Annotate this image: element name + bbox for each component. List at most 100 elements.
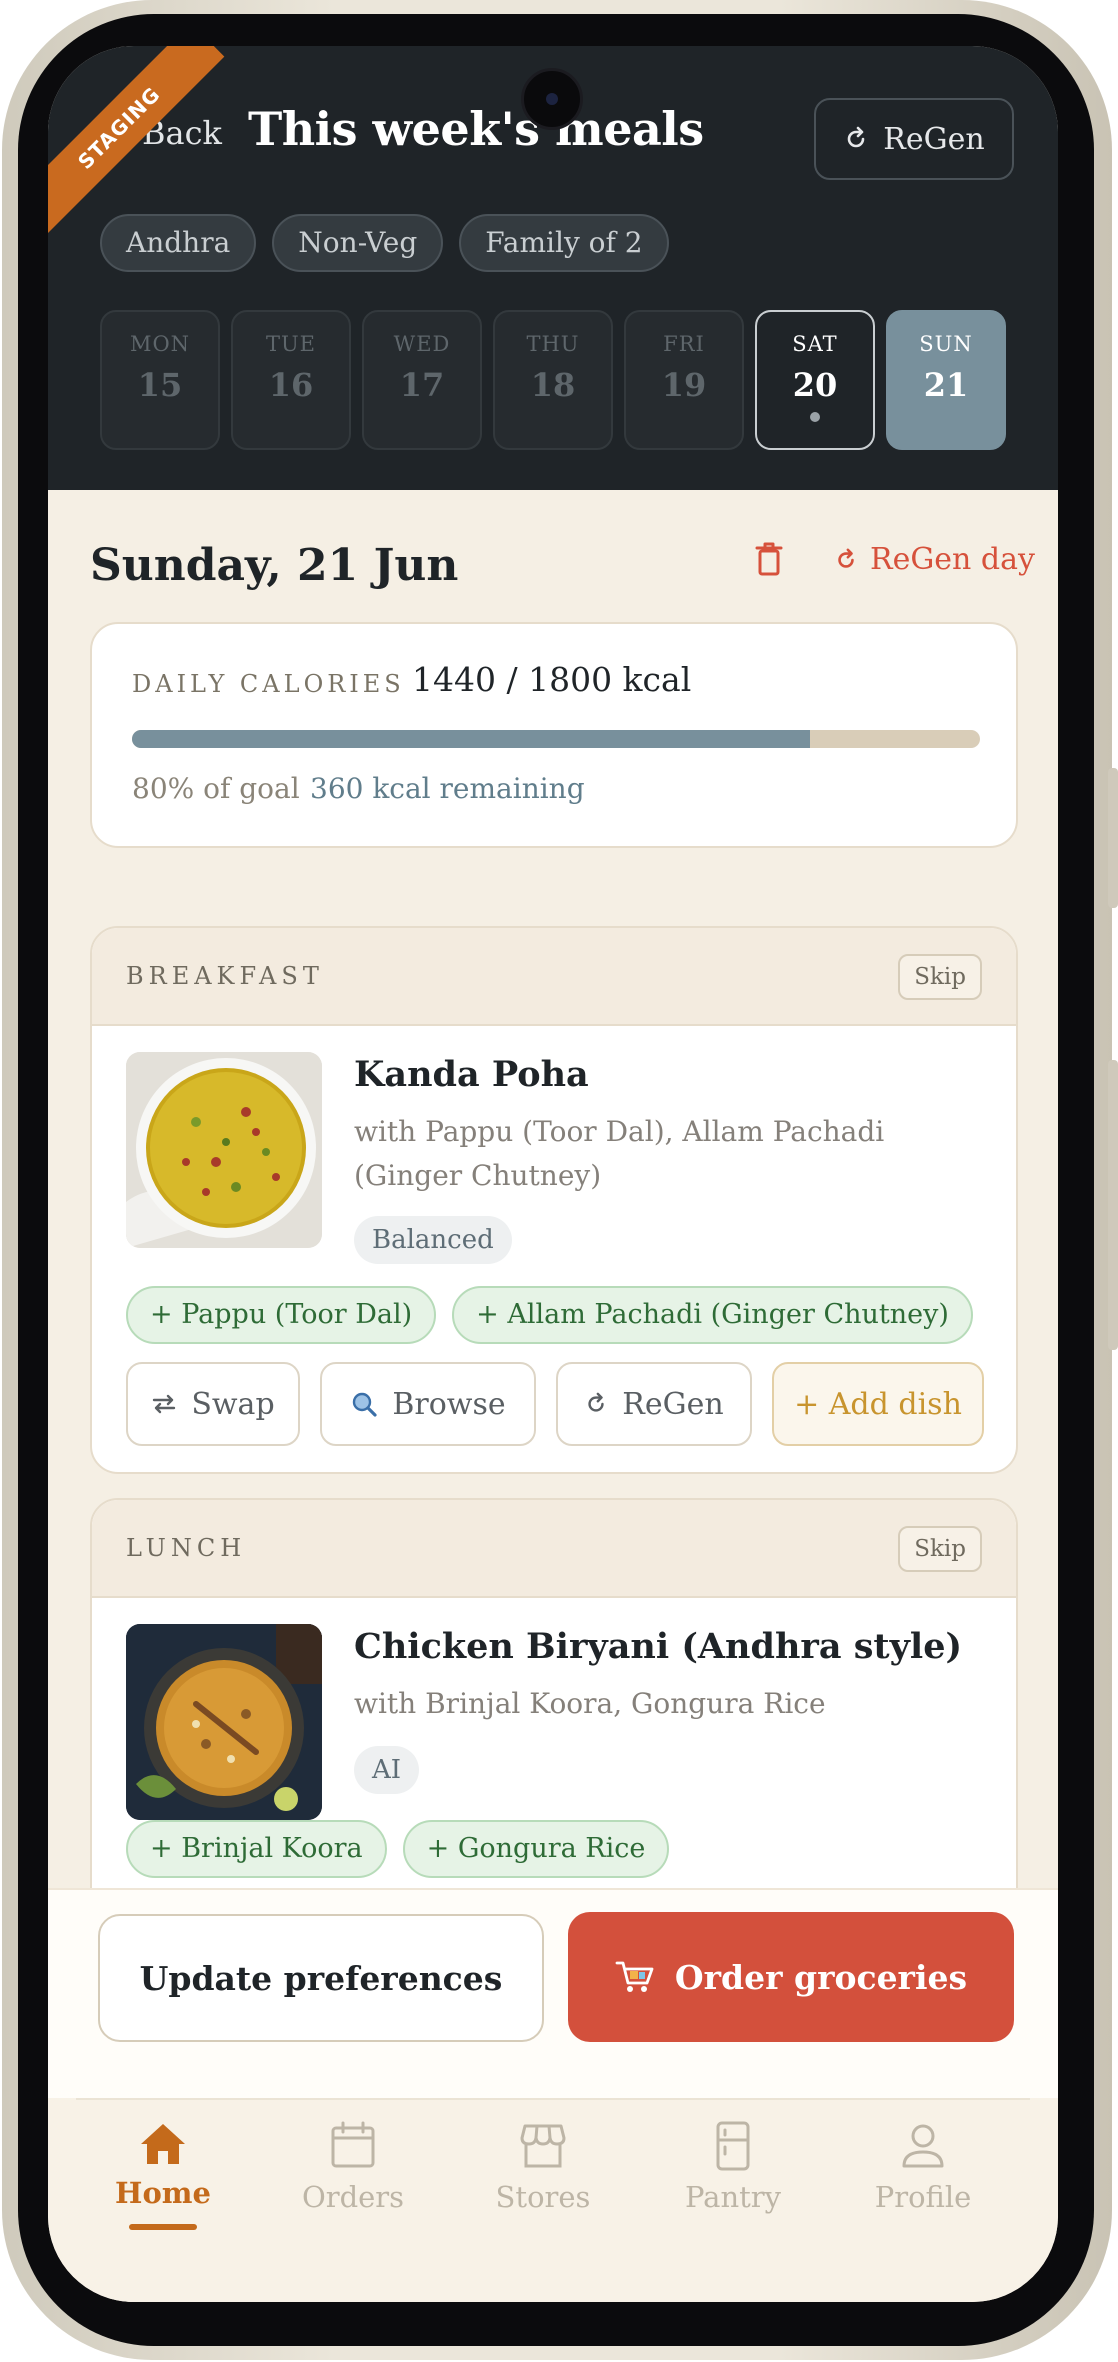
meal-header: LUNCH Skip — [92, 1500, 1016, 1598]
goal-percent: 80% of goal — [132, 772, 300, 805]
meal-label: BREAKFAST — [126, 962, 324, 990]
day-date: 19 — [661, 366, 707, 404]
day-name: THU — [526, 332, 580, 356]
screen: STAGING Back This week's meals ReGen And… — [48, 46, 1058, 2302]
day-sun[interactable]: SUN 21 — [886, 310, 1006, 450]
calendar-icon — [327, 2120, 379, 2172]
regen-label: ReGen — [883, 121, 985, 157]
tab-profile[interactable]: Profile — [843, 2120, 1003, 2214]
calorie-progress-bar — [132, 730, 980, 748]
regen-meal-button[interactable]: ReGen — [556, 1362, 752, 1446]
add-dish-label: + Add dish — [794, 1386, 962, 1422]
side-dishes: + Brinjal Koora + Gongura Rice — [126, 1820, 670, 1878]
day-name: SAT — [792, 332, 838, 356]
day-name: MON — [129, 332, 191, 356]
day-tue[interactable]: TUE 16 — [231, 310, 351, 450]
breakfast-card: BREAKFAST Skip Kanda Poha with Pappu (To… — [90, 926, 1018, 1474]
chip-household[interactable]: Family of 2 — [459, 214, 669, 272]
swap-button[interactable]: Swap — [126, 1362, 300, 1446]
swap-icon — [151, 1393, 177, 1415]
calories-label: DAILY CALORIES — [132, 670, 405, 698]
cart-icon — [615, 1959, 655, 1995]
power-button — [1108, 1060, 1118, 1350]
preference-chips: Andhra Non-Veg Family of 2 — [100, 214, 669, 272]
today-dot — [810, 412, 820, 422]
refresh-icon — [843, 126, 869, 152]
dish-accompaniments: with Pappu (Toor Dal), Allam Pachadi (Gi… — [354, 1115, 885, 1192]
order-groceries-label: Order groceries — [674, 1957, 968, 1997]
tab-label: Home — [115, 2176, 211, 2210]
home-icon — [137, 2120, 189, 2168]
tab-orders[interactable]: Orders — [273, 2120, 433, 2214]
calorie-progress-fill — [132, 730, 811, 748]
store-icon — [517, 2120, 569, 2172]
regen-day-label: ReGen day — [870, 542, 1035, 577]
meal-header: BREAKFAST Skip — [92, 928, 1016, 1026]
day-date: 18 — [530, 366, 576, 404]
day-name: FRI — [663, 332, 705, 356]
day-heading: Sunday, 21 Jun — [90, 540, 459, 591]
bottom-tab-bar: Home Orders Stores Pantry Profile — [48, 2098, 1058, 2302]
tab-stores[interactable]: Stores — [463, 2120, 623, 2214]
dish-image[interactable] — [126, 1052, 322, 1248]
dish-name[interactable]: Kanda Poha — [354, 1054, 589, 1095]
dish-image[interactable] — [126, 1624, 322, 1820]
day-date: 15 — [137, 366, 183, 404]
update-preferences-button[interactable]: Update preferences — [98, 1914, 544, 2042]
browse-label: Browse — [392, 1386, 506, 1422]
day-sat[interactable]: SAT 20 — [755, 310, 875, 450]
refresh-icon — [584, 1392, 608, 1416]
side-dish-chip[interactable]: + Pappu (Toor Dal) — [126, 1286, 437, 1344]
dish-tag: AI — [354, 1746, 420, 1794]
refresh-icon — [834, 548, 858, 572]
skip-button[interactable]: Skip — [898, 954, 982, 1000]
trash-icon[interactable] — [754, 540, 784, 578]
volume-button — [1108, 768, 1118, 908]
day-mon[interactable]: MON 15 — [100, 310, 220, 450]
dish-accompaniments: with Brinjal Koora, Gongura Rice — [354, 1687, 826, 1720]
swap-label: Swap — [191, 1386, 275, 1422]
day-wed[interactable]: WED 17 — [362, 310, 482, 450]
tab-label: Profile — [874, 2180, 972, 2214]
skip-button[interactable]: Skip — [898, 1526, 982, 1572]
day-fri[interactable]: FRI 19 — [624, 310, 744, 450]
tab-label: Orders — [301, 2180, 405, 2214]
search-icon — [350, 1390, 378, 1418]
tab-label: Stores — [495, 2180, 591, 2214]
side-dish-chip[interactable]: + Gongura Rice — [402, 1820, 670, 1878]
regen-week-button[interactable]: ReGen — [814, 98, 1014, 180]
page-title: This week's meals — [248, 102, 704, 156]
meal-actions: Swap Browse ReGen + Add dish — [126, 1362, 984, 1446]
person-icon — [897, 2120, 949, 2172]
side-dish-chip[interactable]: + Brinjal Koora — [126, 1820, 387, 1878]
tab-pantry[interactable]: Pantry — [653, 2120, 813, 2214]
calories-value: 1440 / 1800 kcal — [412, 660, 692, 699]
fridge-icon — [707, 2120, 759, 2172]
tab-label: Pantry — [684, 2180, 782, 2214]
chip-diet[interactable]: Non-Veg — [272, 214, 444, 272]
side-dishes: + Pappu (Toor Dal) + Allam Pachadi (Ging… — [126, 1286, 973, 1344]
chip-cuisine[interactable]: Andhra — [100, 214, 257, 272]
day-name: WED — [393, 332, 451, 356]
day-date: 16 — [268, 366, 314, 404]
day-selector: MON 15 TUE 16 WED 17 THU 18 FRI 19 SAT 20 SUN 2… — [100, 310, 1006, 450]
front-camera — [521, 68, 583, 130]
day-thu[interactable]: THU 18 — [493, 310, 613, 450]
side-dish-chip[interactable]: + Allam Pachadi (Ginger Chutney) — [452, 1286, 973, 1344]
tab-home[interactable]: Home — [83, 2120, 243, 2230]
browse-button[interactable]: Browse — [320, 1362, 536, 1446]
regen-day-button[interactable]: ReGen day — [834, 542, 1035, 577]
add-dish-button[interactable]: + Add dish — [772, 1362, 984, 1446]
calorie-card: DAILY CALORIES 1440 / 1800 kcal 80% of g… — [90, 622, 1018, 848]
day-date: 17 — [399, 366, 445, 404]
calories-remaining: 360 kcal remaining — [310, 772, 585, 805]
dish-name[interactable]: Chicken Biryani (Andhra style) — [354, 1626, 962, 1667]
day-name: SUN — [919, 332, 973, 356]
order-groceries-button[interactable]: Order groceries — [568, 1912, 1014, 2042]
active-tab-indicator — [129, 2224, 197, 2230]
day-date: 20 — [792, 366, 838, 404]
meal-label: LUNCH — [126, 1534, 247, 1562]
regen-meal-label: ReGen — [622, 1386, 724, 1422]
bottom-action-bar: Update preferences Order groceries — [48, 1888, 1058, 2100]
dish-tag: Balanced — [354, 1216, 512, 1264]
